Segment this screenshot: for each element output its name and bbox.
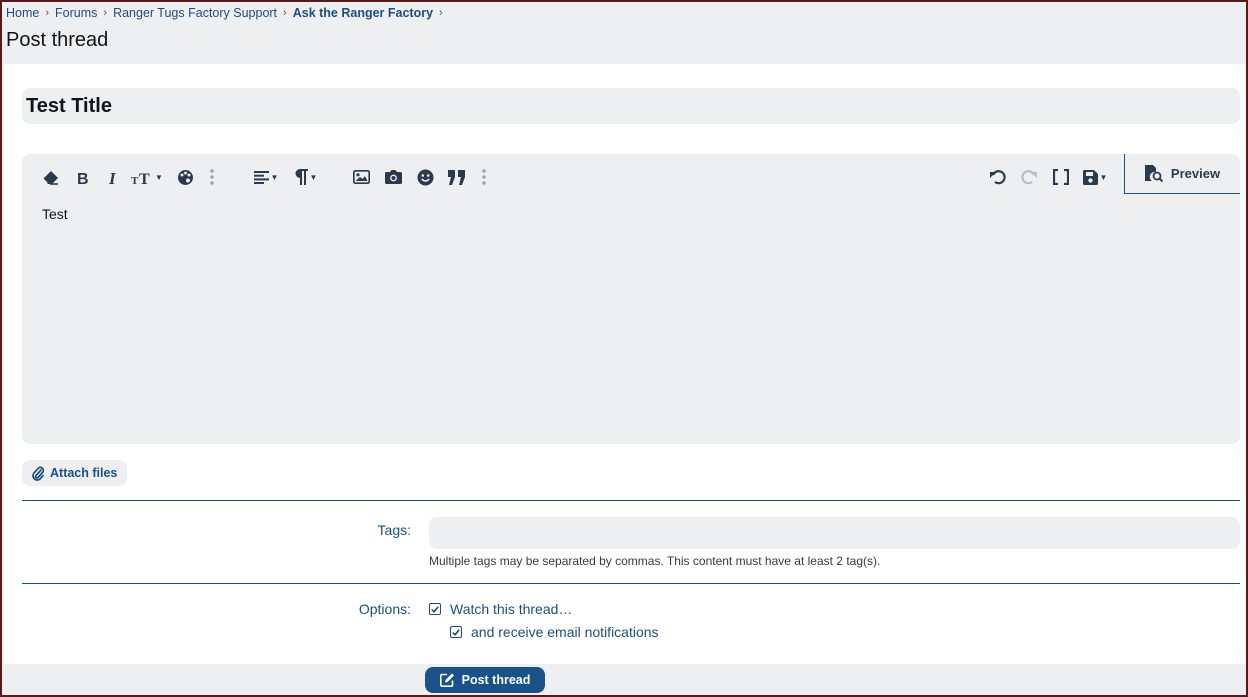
preview-icon <box>1144 165 1163 182</box>
divider <box>22 583 1240 584</box>
svg-text:I: I <box>108 170 117 185</box>
align-icon[interactable]: ▼ <box>250 166 282 188</box>
divider <box>22 500 1240 501</box>
tags-hint: Multiple tags may be separated by commas… <box>429 554 881 568</box>
breadcrumb: Home › Forums › Ranger Tugs Factory Supp… <box>6 6 449 20</box>
chevron-right-icon: › <box>283 7 287 19</box>
paragraph-icon[interactable]: ▼ <box>290 166 322 188</box>
smiley-icon[interactable] <box>414 166 436 188</box>
edit-icon <box>439 673 454 687</box>
rich-text-editor: B I TT ▼ ▼ ▼ ▼ Preview Test <box>22 154 1240 444</box>
thread-title-input[interactable]: Test Title <box>22 88 1240 124</box>
preview-button[interactable]: Preview <box>1124 154 1240 194</box>
attach-files-label: Attach files <box>50 466 118 480</box>
preview-label: Preview <box>1170 166 1221 181</box>
watch-thread-label: Watch this thread… <box>450 601 573 617</box>
paperclip-icon <box>32 466 44 481</box>
tags-label: Tags: <box>377 522 411 538</box>
text-size-icon[interactable]: TT ▼ <box>130 166 164 188</box>
image-icon[interactable] <box>350 166 372 188</box>
more-icon[interactable] <box>206 166 218 188</box>
palette-icon[interactable] <box>174 166 196 188</box>
camera-icon[interactable] <box>382 166 404 188</box>
chevron-right-icon: › <box>45 7 50 19</box>
chevron-right-icon: › <box>439 7 443 19</box>
italic-icon[interactable]: I <box>106 166 122 188</box>
post-form-panel: Test Title B I TT ▼ ▼ ▼ ▼ Preview Test A… <box>4 64 1246 664</box>
attach-files-button[interactable]: Attach files <box>22 460 128 486</box>
chevron-right-icon: › <box>103 7 108 19</box>
breadcrumb-home[interactable]: Home <box>6 6 39 20</box>
watch-thread-checkbox[interactable]: Watch this thread… <box>429 601 572 617</box>
redo-icon[interactable] <box>1018 166 1040 188</box>
editor-content[interactable]: Test <box>42 206 68 222</box>
page-title: Post thread <box>6 29 109 51</box>
email-notifications-label: and receive email notifications <box>471 624 659 640</box>
svg-text:T: T <box>131 175 139 185</box>
options-label: Options: <box>358 601 411 617</box>
svg-text:T: T <box>139 171 150 185</box>
more-icon[interactable] <box>478 166 490 188</box>
email-notifications-checkbox[interactable]: and receive email notifications <box>450 624 659 640</box>
checkbox-checked-icon <box>450 626 462 638</box>
undo-icon[interactable] <box>986 166 1008 188</box>
svg-text:B: B <box>77 171 89 185</box>
breadcrumb-ranger-tugs[interactable]: Ranger Tugs Factory Support <box>113 6 277 20</box>
post-thread-button[interactable]: Post thread <box>425 667 545 693</box>
quote-icon[interactable] <box>446 166 468 188</box>
tags-input[interactable] <box>429 517 1240 549</box>
eraser-icon[interactable] <box>40 166 60 188</box>
fullscreen-icon[interactable] <box>1050 166 1072 188</box>
checkbox-checked-icon <box>429 603 441 615</box>
breadcrumb-forums[interactable]: Forums <box>55 6 97 20</box>
post-thread-label: Post thread <box>461 673 531 687</box>
breadcrumb-ask-factory[interactable]: Ask the Ranger Factory <box>293 6 433 20</box>
bold-icon[interactable]: B <box>74 166 92 188</box>
save-draft-icon[interactable]: ▼ <box>1078 166 1112 188</box>
